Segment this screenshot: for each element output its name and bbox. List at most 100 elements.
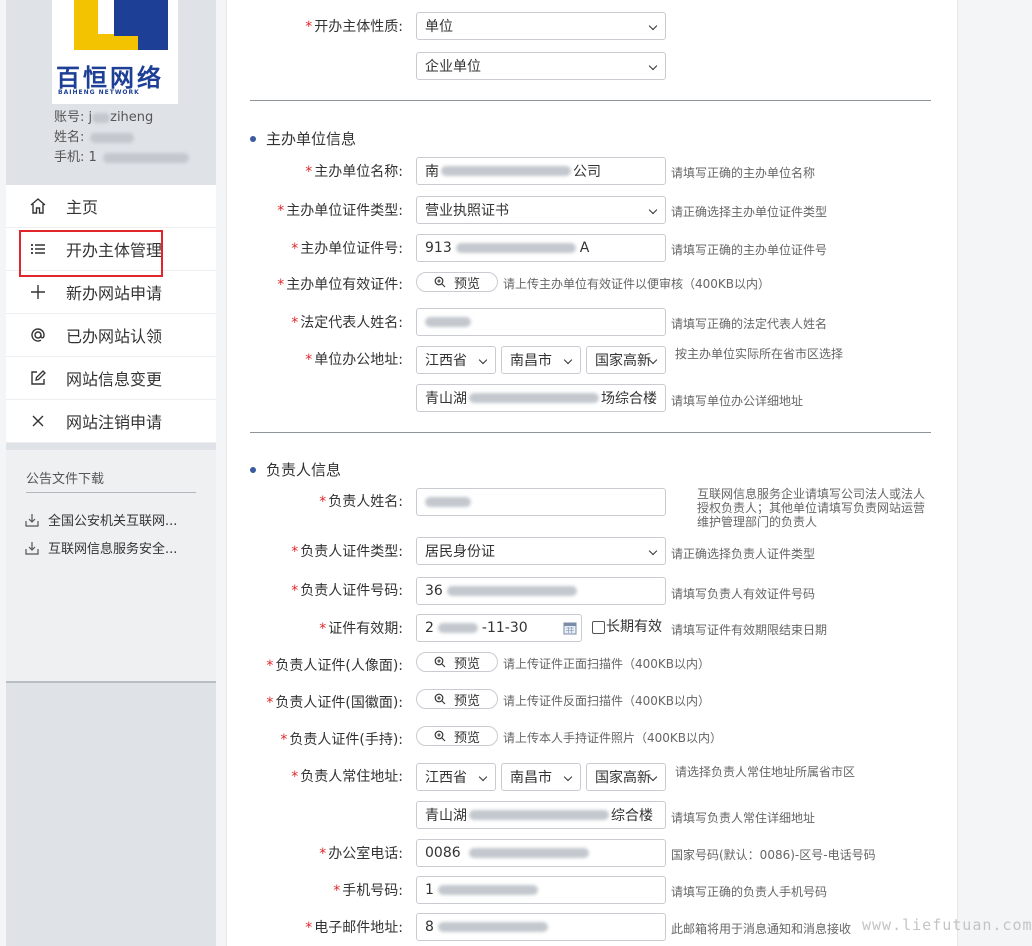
person-province-select[interactable]: 江西省 (416, 763, 496, 791)
person-district-select[interactable]: 国家高新 (586, 763, 666, 791)
field-hint: 请填写正确的法定代表人姓名 (671, 317, 828, 331)
account-line: 账号: j ziheng (54, 106, 153, 125)
field-hint: 按主办单位实际所在省市区选择 (675, 347, 844, 361)
field-hint: 请正确选择主办单位证件类型 (671, 205, 828, 219)
nav-label: 网站信息变更 (66, 370, 163, 389)
field-label: * 主办单位证件类型: (277, 203, 403, 219)
name-label: 姓名: (54, 130, 85, 145)
org-cert-number-input[interactable]: 913 A (416, 234, 666, 262)
person-cert-number-input[interactable]: 36 (416, 577, 666, 605)
sidebar: 百恒网络 BAIHENG NETWORK 账号: j ziheng 姓名: 手机:… (6, 0, 216, 946)
field-hint: 请填写负责人常住详细地址 (671, 811, 816, 825)
field-label: * 手机号码: (333, 883, 403, 899)
field-hint: 请上传本人手持证件照片（400KB以内） (503, 731, 723, 745)
field-hint: 请上传证件正面扫描件（400KB以内） (503, 657, 711, 671)
field-hint: 国家号码(默认：0086)-区号-电话号码 (671, 848, 876, 862)
entity-subtype-select[interactable]: 企业单位 (416, 52, 666, 80)
download-link[interactable]: 互联网信息服务安全... (24, 538, 177, 557)
section-title: 主办单位信息 (250, 128, 356, 149)
mobile-input[interactable]: 1 (416, 876, 666, 904)
org-cert-type-select[interactable]: 营业执照证书 (416, 196, 666, 224)
zoom-in-icon (434, 276, 446, 288)
account-tail: ziheng (110, 110, 154, 125)
entity-nature-select[interactable]: 单位 (416, 12, 666, 40)
org-province-select[interactable]: 江西省 (416, 346, 496, 374)
download-icon (25, 513, 39, 527)
download-label: 互联网信息服务安全... (48, 542, 178, 557)
nav-label: 网站注销申请 (66, 413, 163, 432)
org-address-detail-input[interactable]: 青山湖 场综合楼 (416, 384, 666, 412)
field-label: * 主办单位证件号: (291, 241, 403, 257)
long-term-checkbox[interactable] (592, 621, 605, 634)
account-label: 账号: j (54, 110, 93, 125)
legal-rep-input[interactable] (416, 308, 666, 336)
person-name-input[interactable] (416, 488, 666, 516)
field-label: * 负责人证件类型: (291, 544, 403, 560)
field-label: * 负责人常住地址: (291, 769, 403, 785)
person-city-select[interactable]: 南昌市 (501, 763, 581, 791)
field-hint: 互联网信息服务企业请填写公司法人或法人 授权负责人；其他单位请填写负责网站运营 … (697, 487, 926, 529)
download-label: 全国公安机关互联网... (48, 514, 178, 529)
nav-label: 已办网站认领 (66, 327, 163, 346)
field-hint: 请填写负责人有效证件号码 (671, 587, 816, 601)
user-card: 百恒网络 BAIHENG NETWORK 账号: j ziheng 姓名: 手机:… (6, 0, 216, 175)
downloads-panel: 公告文件下载 全国公安机关互联网... 互联网信息服务安全... (6, 450, 216, 683)
field-label: * 开办主体性质: (305, 19, 403, 35)
person-address-detail-input[interactable]: 青山湖 综合楼 (416, 801, 666, 829)
close-icon (26, 409, 50, 433)
field-label: * 负责人证件(手持): (280, 732, 403, 748)
home-icon (26, 194, 50, 218)
downloads-title: 公告文件下载 (26, 472, 105, 487)
nav-item-new-site[interactable]: 新办网站申请 (6, 271, 216, 314)
field-hint: 请选择负责人常住地址所属省市区 (675, 765, 856, 779)
cert-front-preview-button[interactable]: 预览 (416, 652, 498, 672)
divider (250, 100, 931, 101)
phone-label: 手机: 1 (54, 150, 97, 165)
nav-item-site-change[interactable]: 网站信息变更 (6, 357, 216, 400)
cert-back-preview-button[interactable]: 预览 (416, 689, 498, 709)
highlight-box (19, 230, 163, 277)
cert-expiry-date-input[interactable]: 2 -11-30 (416, 614, 582, 642)
calendar-icon[interactable] (563, 621, 577, 635)
field-label: * 负责人姓名: (319, 494, 403, 510)
field-hint: 请上传证件反面扫描件（400KB以内） (503, 694, 711, 708)
person-cert-type-select[interactable]: 居民身份证 (416, 537, 666, 565)
watermark: www.liefutuan.com (862, 916, 1032, 934)
edit-icon (26, 366, 50, 390)
nav-item-home[interactable]: 主页 (6, 185, 216, 228)
field-hint: 请填写正确的主办单位证件号 (671, 243, 828, 257)
nav-label: 主页 (66, 198, 99, 217)
divider (26, 492, 196, 493)
org-name-input[interactable]: 南公司 (416, 157, 666, 185)
field-label: * 证件有效期: (319, 621, 403, 637)
email-input[interactable]: 8 (416, 913, 666, 941)
long-term-label: 长期有效 (606, 619, 662, 635)
download-link[interactable]: 全国公安机关互联网... (24, 510, 177, 529)
divider (250, 432, 931, 433)
office-phone-input[interactable]: 0086 (416, 839, 666, 867)
logo-text-cn: 百恒网络 (56, 63, 164, 92)
field-hint: 请正确选择负责人证件类型 (671, 547, 816, 561)
field-label: * 法定代表人姓名: (291, 315, 403, 331)
org-cert-preview-button[interactable]: 预览 (416, 272, 498, 292)
field-hint: 请填写正确的主办单位名称 (671, 166, 816, 180)
field-label: * 负责人证件(国徽面): (266, 695, 403, 711)
org-city-select[interactable]: 南昌市 (501, 346, 581, 374)
company-logo: 百恒网络 BAIHENG NETWORK (52, 0, 178, 104)
plus-icon (26, 280, 50, 304)
org-district-select[interactable]: 国家高新 (586, 346, 666, 374)
field-label: * 电子邮件地址: (305, 920, 403, 936)
cert-handheld-preview-button[interactable]: 预览 (416, 726, 498, 746)
zoom-in-icon (434, 730, 446, 742)
field-hint: 请填写证件有效期限结束日期 (671, 623, 828, 637)
field-hint: 请填写单位办公详细地址 (671, 394, 804, 408)
nav-item-site-cancel[interactable]: 网站注销申请 (6, 400, 216, 443)
field-hint: 请填写正确的负责人手机号码 (671, 885, 828, 899)
zoom-in-icon (434, 693, 446, 705)
field-hint: 请上传主办单位有效证件以便审核（400KB以内） (503, 277, 771, 291)
logo-text-en: BAIHENG NETWORK (58, 89, 140, 96)
nav-item-claim-site[interactable]: 已办网站认领 (6, 314, 216, 357)
field-hint: 此邮箱将用于消息通知和消息接收 (671, 922, 852, 936)
phone-line: 手机: 1 (54, 146, 189, 165)
field-label: * 主办单位有效证件: (277, 277, 403, 293)
